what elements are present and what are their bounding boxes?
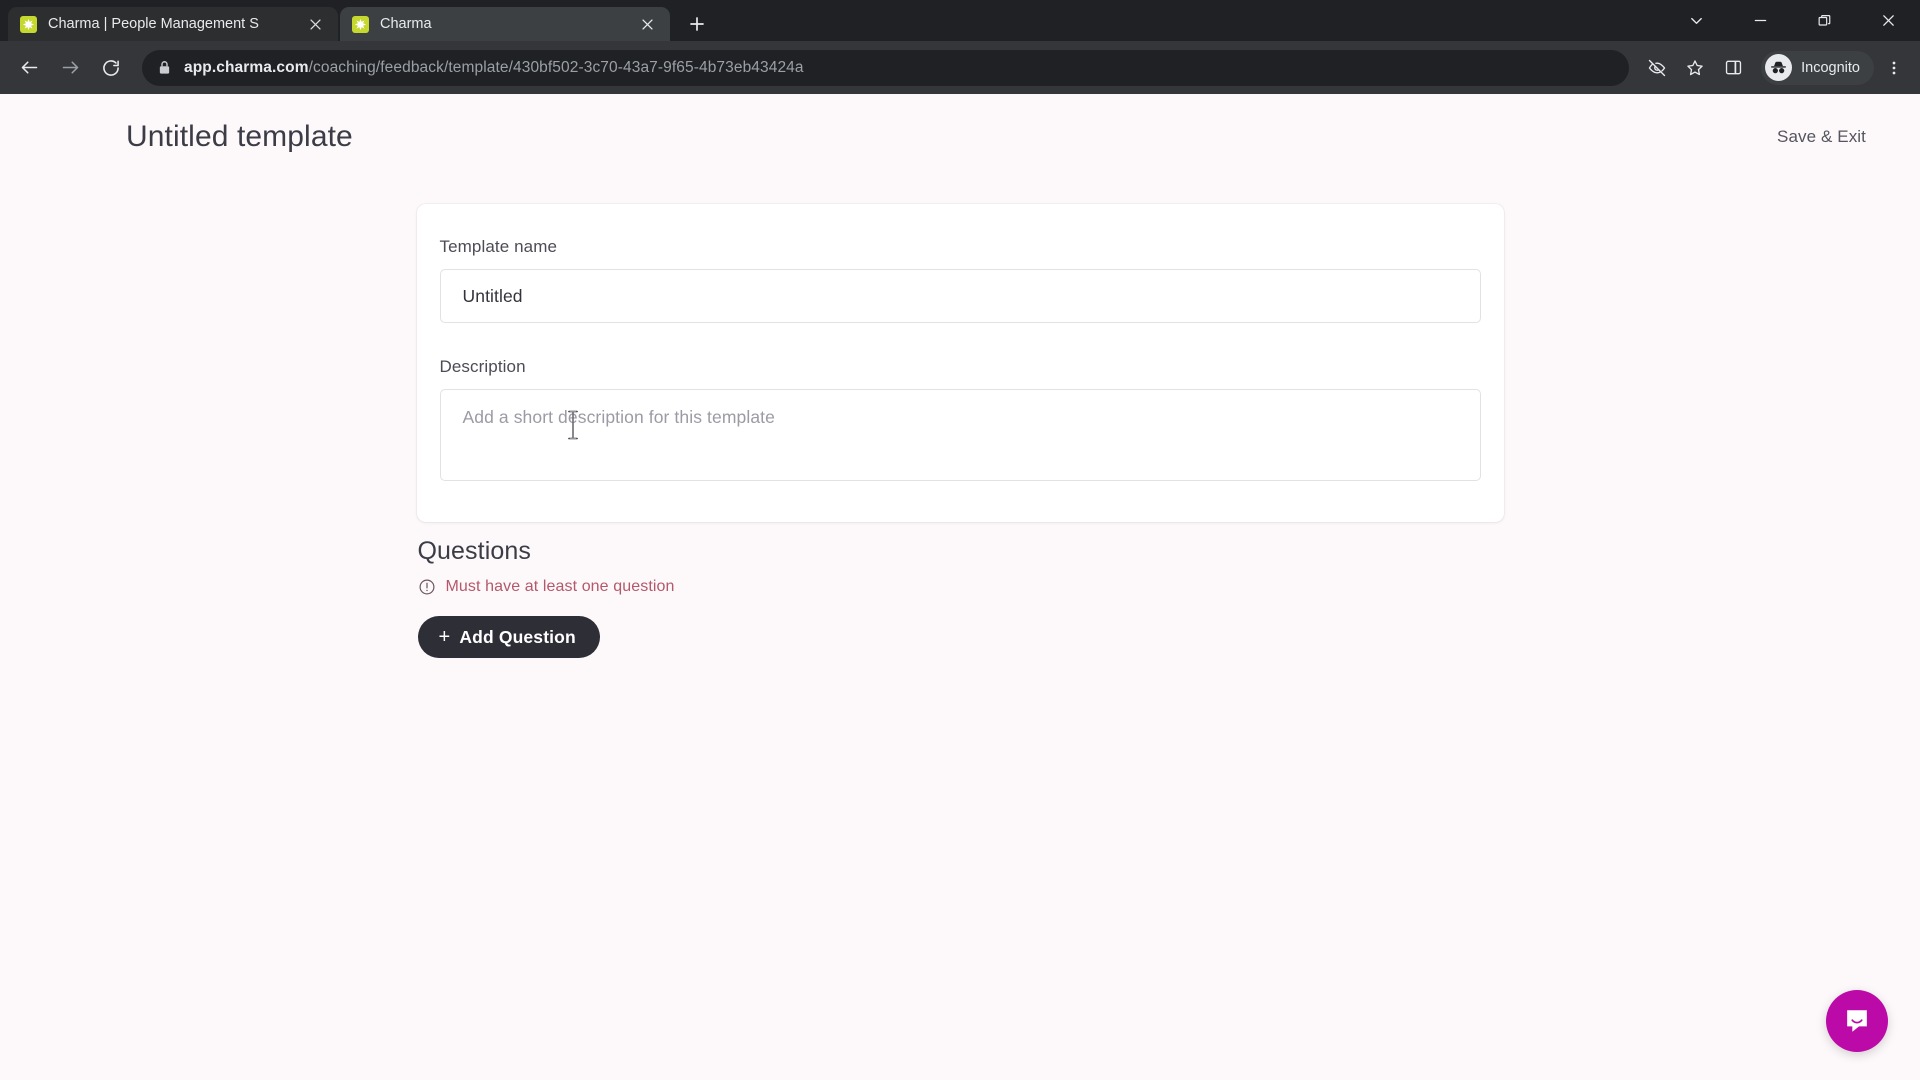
- url-host: app.charma.com: [184, 58, 309, 76]
- browser-tab-2[interactable]: Charma: [340, 7, 670, 41]
- description-textarea[interactable]: Add a short description for this templat…: [439, 389, 1481, 481]
- description-label: Description: [439, 357, 526, 376]
- page-content: Template name Untitled Description Add a…: [0, 204, 1920, 658]
- window-controls: [1664, 0, 1920, 41]
- back-arrow-icon[interactable]: [10, 49, 48, 87]
- template-details-card: Template name Untitled Description Add a…: [416, 204, 1504, 522]
- profile-label: Incognito: [1801, 59, 1860, 76]
- close-icon[interactable]: [1856, 0, 1920, 41]
- intercom-launcher-button[interactable]: [1826, 990, 1888, 1052]
- restore-icon[interactable]: [1792, 0, 1856, 41]
- intercom-chat-icon: [1847, 1010, 1867, 1032]
- forward-arrow-icon[interactable]: [51, 49, 89, 87]
- reload-icon[interactable]: [92, 49, 130, 87]
- charma-star-icon: [20, 15, 37, 33]
- browser-toolbar: app.charma.com/coaching/feedback/templat…: [0, 41, 1920, 94]
- address-bar-url: app.charma.com/coaching/feedback/templat…: [184, 59, 804, 77]
- browser-tab-2-title: Charma: [380, 16, 432, 32]
- url-path: /coaching/feedback/template/430bf502-3c7…: [308, 58, 804, 76]
- incognito-avatar-icon: [1765, 54, 1793, 81]
- field-spacer: [440, 323, 1481, 357]
- charma-star-icon: [352, 15, 369, 33]
- plus-icon: [690, 17, 704, 31]
- page-title: Untitled template: [126, 120, 353, 153]
- browser-tab-1-title: Charma | People Management S: [48, 16, 259, 32]
- page-header: Untitled template Save & Exit: [0, 94, 1920, 180]
- browser-tab-1-close-icon[interactable]: [302, 11, 328, 37]
- template-name-input[interactable]: Untitled: [439, 269, 1481, 323]
- lock-icon: [158, 60, 171, 75]
- address-bar[interactable]: app.charma.com/coaching/feedback/templat…: [142, 49, 1630, 86]
- three-dot-menu-icon[interactable]: [1876, 50, 1912, 86]
- minimize-icon[interactable]: [1728, 0, 1792, 41]
- tab-search-chevron-icon[interactable]: [1664, 0, 1728, 41]
- questions-error-message: Must have at least one question: [445, 578, 675, 595]
- side-panel-icon[interactable]: [1715, 50, 1751, 86]
- profile-chip[interactable]: Incognito: [1761, 50, 1874, 85]
- save-and-exit-button[interactable]: Save & Exit: [1773, 121, 1870, 153]
- browser-window: Charma | People Management S Charma app.…: [0, 0, 1920, 1080]
- template-name-label: Template name: [439, 237, 558, 256]
- page-viewport: Untitled template Save & Exit Template n…: [0, 94, 1920, 1080]
- star-icon[interactable]: [1677, 50, 1713, 86]
- add-question-label: Add Question: [459, 626, 576, 647]
- alert-circle-icon: [418, 578, 436, 596]
- browser-tab-2-close-icon[interactable]: [634, 11, 660, 37]
- eye-slash-icon[interactable]: [1639, 50, 1675, 86]
- questions-section: Questions Must have at least one questio…: [417, 537, 1504, 658]
- browser-tab-1[interactable]: Charma | People Management S: [8, 7, 338, 41]
- questions-heading: Questions: [417, 537, 531, 565]
- new-tab-button[interactable]: [680, 7, 714, 41]
- add-question-button[interactable]: + Add Question: [417, 616, 600, 658]
- questions-error: Must have at least one question: [418, 578, 1504, 596]
- tab-strip: Charma | People Management S Charma: [0, 0, 1920, 41]
- plus-icon: +: [438, 626, 451, 648]
